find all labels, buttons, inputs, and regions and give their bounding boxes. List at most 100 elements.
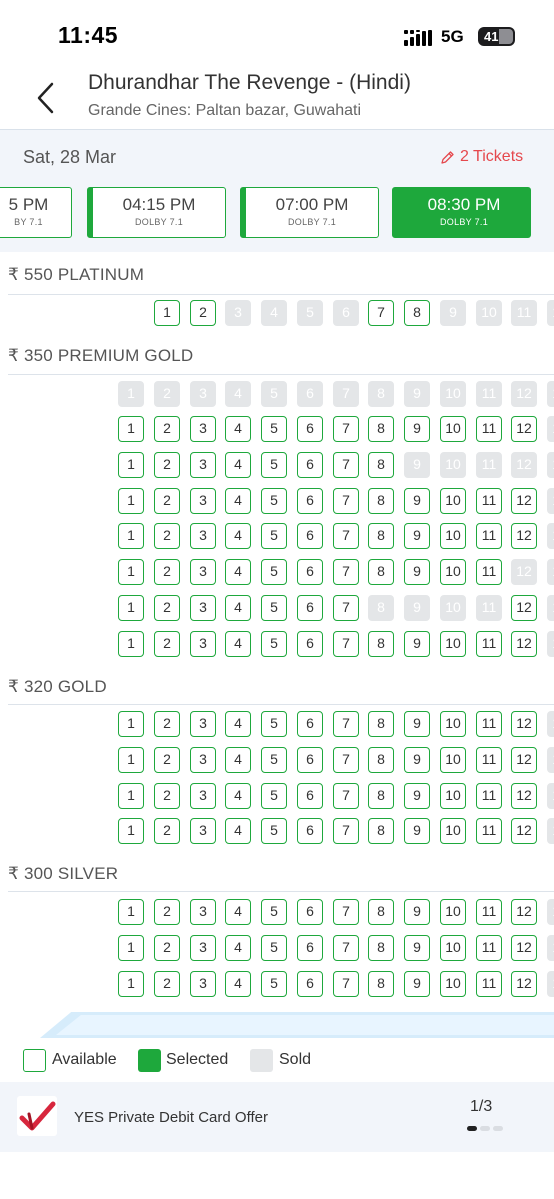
seat-available[interactable]: 12 (511, 899, 537, 925)
seat-available[interactable]: 8 (368, 971, 394, 997)
seat-available[interactable]: 11 (476, 631, 502, 657)
seat-available[interactable]: 5 (261, 523, 287, 549)
seat-available[interactable]: 10 (440, 711, 466, 737)
seat-available[interactable]: 2 (154, 452, 180, 478)
seat-available[interactable]: 7 (333, 523, 359, 549)
seat-available[interactable]: 1 (118, 595, 144, 621)
seat-available[interactable]: 6 (297, 416, 323, 442)
seat-available[interactable]: 12 (511, 711, 537, 737)
seat-available[interactable]: 3 (190, 595, 216, 621)
seat-available[interactable]: 1 (118, 747, 144, 773)
seat-available[interactable]: 2 (154, 818, 180, 844)
seat-available[interactable]: 9 (404, 711, 430, 737)
seat-available[interactable]: 9 (404, 818, 430, 844)
seat-available[interactable]: 7 (333, 783, 359, 809)
seat-available[interactable]: 9 (404, 631, 430, 657)
seat-available[interactable]: 4 (225, 747, 251, 773)
seat-available[interactable]: 7 (333, 559, 359, 585)
seat-available[interactable]: 2 (154, 559, 180, 585)
back-icon[interactable] (30, 78, 66, 118)
seat-available[interactable]: 12 (511, 595, 537, 621)
seat-available[interactable]: 10 (440, 631, 466, 657)
seat-available[interactable]: 12 (511, 416, 537, 442)
seat-available[interactable]: 8 (368, 488, 394, 514)
seat-available[interactable]: 10 (440, 971, 466, 997)
seat-available[interactable]: 3 (190, 488, 216, 514)
seat-available[interactable]: 5 (261, 899, 287, 925)
showtime-card-selected[interactable]: 08:30 PM DOLBY 7.1 (392, 187, 531, 238)
seat-available[interactable]: 6 (297, 747, 323, 773)
seat-available[interactable]: 3 (190, 416, 216, 442)
seat-available[interactable]: 2 (154, 631, 180, 657)
seat-available[interactable]: 2 (154, 523, 180, 549)
seat-available[interactable]: 10 (440, 523, 466, 549)
show-date[interactable]: Sat, 28 Mar (23, 147, 116, 168)
seat-available[interactable]: 8 (368, 452, 394, 478)
seat-available[interactable]: 11 (476, 747, 502, 773)
seat-available[interactable]: 1 (118, 818, 144, 844)
seat-available[interactable]: 7 (333, 488, 359, 514)
seat-available[interactable]: 6 (297, 935, 323, 961)
seat-available[interactable]: 4 (225, 559, 251, 585)
seat-available[interactable]: 11 (476, 818, 502, 844)
seat-available[interactable]: 7 (333, 899, 359, 925)
seat-available[interactable]: 4 (225, 488, 251, 514)
seat-available[interactable]: 6 (297, 559, 323, 585)
seat-available[interactable]: 4 (225, 711, 251, 737)
seat-available[interactable]: 1 (118, 935, 144, 961)
seat-available[interactable]: 5 (261, 488, 287, 514)
seat-available[interactable]: 2 (154, 595, 180, 621)
seat-available[interactable]: 3 (190, 935, 216, 961)
seat-available[interactable]: 3 (190, 559, 216, 585)
seat-available[interactable]: 7 (333, 452, 359, 478)
seat-available[interactable]: 2 (154, 488, 180, 514)
seat-available[interactable]: 1 (118, 523, 144, 549)
seat-available[interactable]: 11 (476, 783, 502, 809)
seat-available[interactable]: 3 (190, 971, 216, 997)
seat-available[interactable]: 4 (225, 971, 251, 997)
seat-available[interactable]: 4 (225, 416, 251, 442)
seat-available[interactable]: 5 (261, 559, 287, 585)
seat-available[interactable]: 12 (511, 783, 537, 809)
seat-available[interactable]: 4 (225, 523, 251, 549)
seat-available[interactable]: 8 (368, 935, 394, 961)
seat-available[interactable]: 1 (118, 631, 144, 657)
seat-available[interactable]: 7 (333, 747, 359, 773)
seat-available[interactable]: 1 (118, 971, 144, 997)
seat-available[interactable]: 11 (476, 488, 502, 514)
seat-available[interactable]: 11 (476, 523, 502, 549)
seat-available[interactable]: 10 (440, 416, 466, 442)
seat-available[interactable]: 9 (404, 971, 430, 997)
seat-available[interactable]: 5 (261, 711, 287, 737)
seat-available[interactable]: 10 (440, 488, 466, 514)
seat-available[interactable]: 5 (261, 416, 287, 442)
seat-available[interactable]: 11 (476, 416, 502, 442)
seat-available[interactable]: 7 (333, 971, 359, 997)
seat-available[interactable]: 11 (476, 935, 502, 961)
seat-available[interactable]: 12 (511, 523, 537, 549)
seat-available[interactable]: 2 (154, 747, 180, 773)
seat-available[interactable]: 8 (368, 416, 394, 442)
seat-available[interactable]: 5 (261, 595, 287, 621)
seat-available[interactable]: 10 (440, 935, 466, 961)
seat-available[interactable]: 12 (511, 631, 537, 657)
seat-available[interactable]: 10 (440, 747, 466, 773)
seat-available[interactable]: 8 (368, 523, 394, 549)
seat-available[interactable]: 2 (154, 416, 180, 442)
showtime-card[interactable]: 04:15 PM DOLBY 7.1 (87, 187, 226, 238)
seat-available[interactable]: 6 (297, 452, 323, 478)
seat-available[interactable]: 2 (154, 711, 180, 737)
seat-available[interactable]: 9 (404, 416, 430, 442)
seat-available[interactable]: 7 (333, 935, 359, 961)
seat-available[interactable]: 7 (333, 818, 359, 844)
seat-available[interactable]: 3 (190, 818, 216, 844)
seat-available[interactable]: 1 (118, 711, 144, 737)
seat-available[interactable]: 7 (333, 595, 359, 621)
seat-available[interactable]: 2 (154, 935, 180, 961)
seat-available[interactable]: 5 (261, 935, 287, 961)
seat-available[interactable]: 5 (261, 818, 287, 844)
seat-available[interactable]: 6 (297, 595, 323, 621)
seat-available[interactable]: 7 (368, 300, 394, 326)
seat-available[interactable]: 12 (511, 747, 537, 773)
seat-available[interactable]: 4 (225, 818, 251, 844)
